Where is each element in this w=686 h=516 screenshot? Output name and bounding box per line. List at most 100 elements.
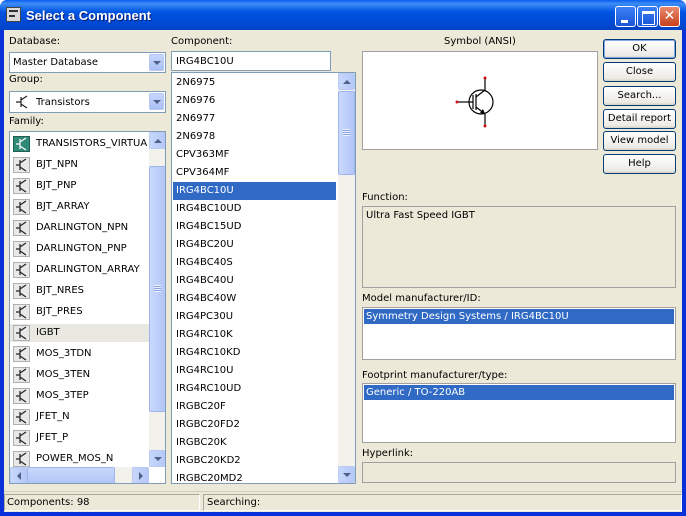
component-item-label: IRG4PC30U xyxy=(176,311,234,322)
component-list-item[interactable]: IRGBC20K xyxy=(173,434,336,452)
model-manufacturer-label: Model manufacturer/ID: xyxy=(362,293,481,304)
scroll-up-icon[interactable] xyxy=(338,73,355,90)
detail-report-button[interactable]: Detail report xyxy=(603,109,676,129)
component-name-input[interactable]: IRG4BC10U xyxy=(171,51,331,71)
chevron-down-icon[interactable] xyxy=(149,54,164,71)
minimize-button[interactable] xyxy=(615,6,636,27)
maximize-button[interactable] xyxy=(637,6,658,27)
group-value: Transistors xyxy=(36,97,90,108)
jfet-n-icon xyxy=(13,409,30,425)
component-list-item[interactable]: IRGBC20F xyxy=(173,398,336,416)
component-list-item[interactable]: IRG4BC10U xyxy=(173,182,336,200)
component-item-label: CPV363MF xyxy=(176,149,230,160)
family-item-label: TRANSISTORS_VIRTUA xyxy=(36,138,148,149)
view-model-button[interactable]: View model xyxy=(603,131,676,151)
family-item[interactable]: BJT_ARRAY xyxy=(10,198,149,216)
family-scroll-thumb[interactable] xyxy=(149,166,165,412)
family-vertical-scrollbar[interactable] xyxy=(149,132,165,467)
components-count: Components: 98 xyxy=(7,497,90,508)
component-list-item[interactable]: 2N6978 xyxy=(173,128,336,146)
component-list-item[interactable]: 2N6975 xyxy=(173,74,336,92)
model-manufacturer-row[interactable]: Symmetry Design Systems / IRG4BC10U xyxy=(364,309,674,324)
ok-button[interactable]: OK xyxy=(603,39,676,59)
component-list-item[interactable]: IRG4BC15UD xyxy=(173,218,336,236)
darlington-pnp-icon xyxy=(13,241,30,257)
scroll-down-icon[interactable] xyxy=(149,450,165,467)
component-list-item[interactable]: IRG4BC10UD xyxy=(173,200,336,218)
component-item-label: 2N6978 xyxy=(176,131,216,142)
family-item[interactable]: DARLINGTON_NPN xyxy=(10,219,149,237)
scroll-down-icon[interactable] xyxy=(338,466,355,483)
close-window-button[interactable]: ✕ xyxy=(659,6,680,27)
component-item-label: CPV364MF xyxy=(176,167,230,178)
family-item[interactable]: MOS_3TEP xyxy=(10,387,149,405)
component-list-item[interactable]: CPV364MF xyxy=(173,164,336,182)
family-item[interactable]: MOS_3TEN xyxy=(10,366,149,384)
jfet-p-icon xyxy=(13,430,30,446)
component-list-item[interactable]: IRG4RC10K xyxy=(173,326,336,344)
family-item[interactable]: BJT_PRES xyxy=(10,303,149,321)
family-item[interactable]: JFET_N xyxy=(10,408,149,426)
component-list-item[interactable]: 2N6977 xyxy=(173,110,336,128)
footprint-row[interactable]: Generic / TO-220AB xyxy=(364,385,674,400)
family-item[interactable]: BJT_NPN xyxy=(10,156,149,174)
transistor-icon xyxy=(14,95,30,109)
help-label: Help xyxy=(628,158,651,169)
model-manufacturer-value: Symmetry Design Systems / IRG4BC10U xyxy=(366,311,569,322)
component-list-item[interactable]: IRG4RC10UD xyxy=(173,380,336,398)
component-item-label: IRG4BC40S xyxy=(176,257,233,268)
component-list-item[interactable]: IRGBC20FD2 xyxy=(173,416,336,434)
bjt-nres-icon xyxy=(13,283,30,299)
family-hscroll-thumb[interactable] xyxy=(27,467,115,483)
family-item[interactable]: DARLINGTON_PNP xyxy=(10,240,149,258)
family-item[interactable]: IGBT xyxy=(10,324,149,342)
model-manufacturer-list[interactable]: Symmetry Design Systems / IRG4BC10U xyxy=(362,307,676,360)
component-list-item[interactable]: IRG4PC30U xyxy=(173,308,336,326)
help-button[interactable]: Help xyxy=(603,154,676,174)
database-select[interactable]: Master Database xyxy=(9,52,166,73)
family-item[interactable]: TRANSISTORS_VIRTUA xyxy=(10,135,149,153)
component-list-item[interactable]: IRGBC20MD2 xyxy=(173,470,336,483)
component-item-label: IRGBC20K xyxy=(176,437,227,448)
component-list-item[interactable]: IRGBC20KD2 xyxy=(173,452,336,470)
search-button[interactable]: Search... xyxy=(603,86,676,106)
title-bar[interactable]: Select a Component ✕ xyxy=(0,0,686,30)
family-item-label: BJT_ARRAY xyxy=(36,201,90,212)
family-item[interactable]: BJT_NRES xyxy=(10,282,149,300)
component-list-item[interactable]: IRG4RC10KD xyxy=(173,344,336,362)
family-item[interactable]: POWER_MOS_N xyxy=(10,450,149,468)
family-item-label: DARLINGTON_ARRAY xyxy=(36,264,140,275)
scroll-right-icon[interactable] xyxy=(132,467,149,483)
component-scroll-thumb[interactable] xyxy=(338,91,355,175)
group-select[interactable]: Transistors xyxy=(9,91,166,113)
component-item-label: IRG4RC10UD xyxy=(176,383,242,394)
component-list-item[interactable]: IRG4RC10U xyxy=(173,362,336,380)
component-list[interactable]: 2N6975 2N6976 2N6977 2N6978 CPV363MF CPV364MF… xyxy=(171,72,356,484)
component-list-item[interactable]: IRG4BC20U xyxy=(173,236,336,254)
footprint-list[interactable]: Generic / TO-220AB xyxy=(362,383,676,443)
family-list[interactable]: TRANSISTORS_VIRTUA BJT_NPN BJT_PNP BJT_ARRA… xyxy=(9,131,166,484)
component-list-item[interactable]: IRG4BC40S xyxy=(173,254,336,272)
hyperlink-field[interactable] xyxy=(362,462,676,483)
function-value: Ultra Fast Speed IGBT xyxy=(366,210,475,221)
component-list-item[interactable]: IRG4BC40U xyxy=(173,272,336,290)
family-item[interactable]: DARLINGTON_ARRAY xyxy=(10,261,149,279)
hyperlink-label: Hyperlink: xyxy=(362,448,414,459)
family-horizontal-scrollbar[interactable] xyxy=(10,467,149,483)
symbol-label: Symbol (ANSI) xyxy=(444,36,516,47)
scroll-left-icon[interactable] xyxy=(10,467,27,483)
darlington-array-icon xyxy=(13,262,30,278)
family-item[interactable]: JFET_P xyxy=(10,429,149,447)
chevron-down-icon[interactable] xyxy=(149,93,164,110)
component-item-label: IRG4RC10KD xyxy=(176,347,241,358)
component-list-item[interactable]: CPV363MF xyxy=(173,146,336,164)
scroll-up-icon[interactable] xyxy=(149,132,165,149)
virtual-transistor-icon xyxy=(13,136,30,152)
close-button[interactable]: Close xyxy=(603,62,676,82)
family-item[interactable]: MOS_3TDN xyxy=(10,345,149,363)
component-list-item[interactable]: 2N6976 xyxy=(173,92,336,110)
component-vertical-scrollbar[interactable] xyxy=(338,73,355,483)
family-item[interactable]: BJT_PNP xyxy=(10,177,149,195)
component-list-item[interactable]: IRG4BC40W xyxy=(173,290,336,308)
family-item-label: DARLINGTON_PNP xyxy=(36,243,127,254)
